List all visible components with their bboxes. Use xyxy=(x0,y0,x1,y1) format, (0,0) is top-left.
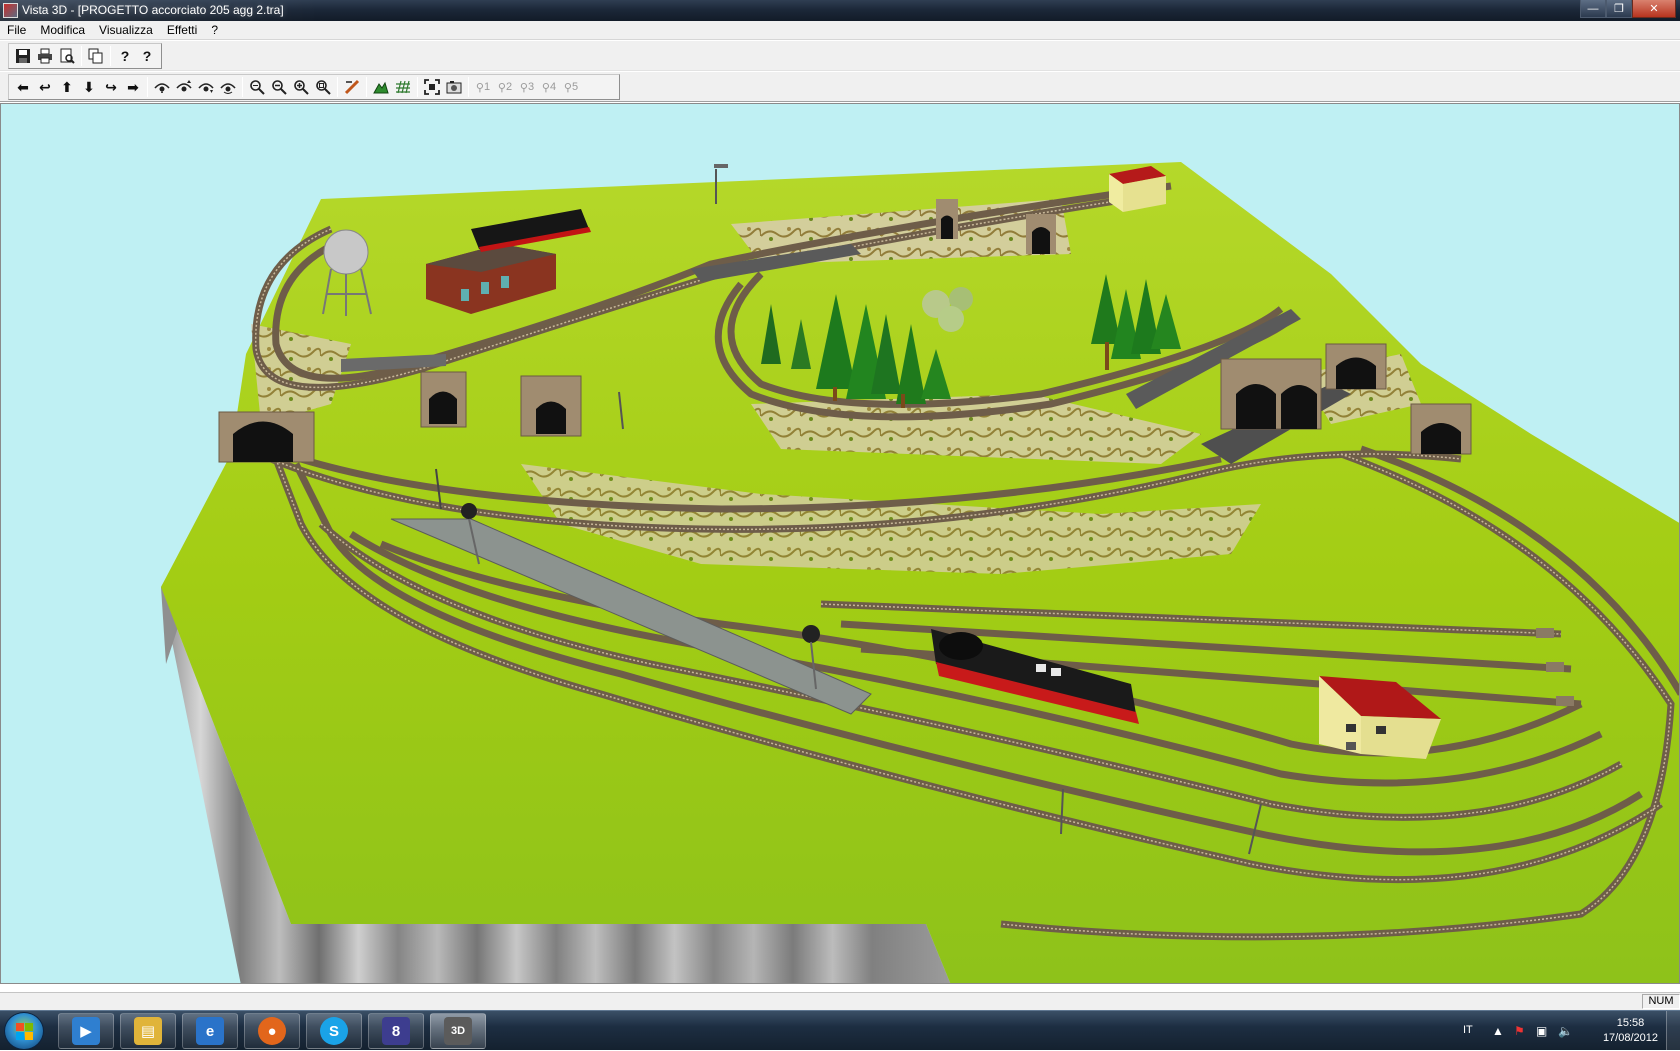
track-planner-icon: 8 xyxy=(382,1017,410,1045)
toolbar-separator xyxy=(147,77,148,97)
camera-up-icon[interactable] xyxy=(151,76,173,98)
menu-effetti[interactable]: Effetti xyxy=(160,21,204,40)
camera-forward-icon[interactable] xyxy=(173,76,195,98)
position-1-label: 1 xyxy=(483,81,491,93)
close-button[interactable]: ✕ xyxy=(1632,0,1676,18)
skype-icon: S xyxy=(320,1017,348,1045)
window-title: Vista 3D - [PROGETTO accorciato 205 agg … xyxy=(22,3,284,17)
3d-viewport[interactable] xyxy=(0,103,1680,984)
print-icon[interactable] xyxy=(34,45,56,67)
zoom-window-icon[interactable] xyxy=(312,76,334,98)
position-1-icon[interactable]: ⚲ 1 xyxy=(472,76,494,98)
turn-right-icon[interactable]: ↪ xyxy=(100,76,122,98)
toolbar-separator xyxy=(468,77,469,97)
terrain-icon[interactable] xyxy=(370,76,392,98)
toolbar-separator xyxy=(81,46,82,66)
menu-file[interactable]: File xyxy=(0,21,33,40)
taskbar-file-explorer[interactable]: ▤ xyxy=(120,1013,176,1049)
position-2-label: 2 xyxy=(505,81,513,93)
vista-3d-icon: 3D xyxy=(444,1017,472,1045)
action-center-icon[interactable]: ⚑ xyxy=(1514,1024,1525,1038)
media-center-icon: ▶ xyxy=(72,1017,100,1045)
file-explorer-icon: ▤ xyxy=(134,1017,162,1045)
taskbar-firefox[interactable]: ● xyxy=(244,1013,300,1049)
move-right-icon[interactable]: ➡ xyxy=(122,76,144,98)
app-icon[interactable] xyxy=(3,3,18,18)
view-toolbar-group: ⬅ ↩ ⬆ ⬇ ↪ ➡ ⚲ 1 ⚲ 2 ⚲ 3 ⚲ 4 ⚲ 5 xyxy=(8,74,620,100)
minimize-button[interactable]: — xyxy=(1580,0,1606,18)
position-5-label: 5 xyxy=(571,81,579,93)
network-icon[interactable]: ▣ xyxy=(1536,1024,1547,1038)
turn-left-icon[interactable]: ↩ xyxy=(34,76,56,98)
menu-bar: File Modifica Visualizza Effetti ? xyxy=(0,21,1680,40)
firefox-icon: ● xyxy=(258,1017,286,1045)
maximize-button[interactable]: ❐ xyxy=(1606,0,1632,18)
clock[interactable]: 15:58 17/08/2012 xyxy=(1603,1016,1658,1046)
file-toolbar-group: ? ? xyxy=(8,43,162,69)
position-4-icon[interactable]: ⚲ 4 xyxy=(538,76,560,98)
position-2-icon[interactable]: ⚲ 2 xyxy=(494,76,516,98)
status-bar: NUM xyxy=(0,992,1680,1010)
toolbar-separator xyxy=(417,77,418,97)
show-desktop-button[interactable] xyxy=(1666,1011,1680,1051)
zoom-out-icon[interactable] xyxy=(268,76,290,98)
copy-icon[interactable] xyxy=(85,45,107,67)
num-lock-indicator: NUM xyxy=(1642,994,1680,1009)
menu-visualizza[interactable]: Visualizza xyxy=(92,21,160,40)
taskbar-media-center[interactable]: ▶ xyxy=(58,1013,114,1049)
print-preview-icon[interactable] xyxy=(56,45,78,67)
windows-logo-icon xyxy=(16,1023,34,1041)
toolbar-separator xyxy=(242,77,243,97)
zoom-fit-icon[interactable] xyxy=(246,76,268,98)
camera-rotate-icon[interactable] xyxy=(217,76,239,98)
menu-modifica[interactable]: Modifica xyxy=(33,21,92,40)
internet-explorer-icon: e xyxy=(196,1017,224,1045)
window-controls: — ❐ ✕ xyxy=(1580,0,1676,18)
track-planner-badge: 8 xyxy=(391,1022,401,1040)
view-toolbar: ⬅ ↩ ⬆ ⬇ ↪ ➡ ⚲ 1 ⚲ 2 ⚲ 3 ⚲ 4 ⚲ 5 xyxy=(0,72,1680,102)
move-down-icon[interactable]: ⬇ xyxy=(78,76,100,98)
context-help-icon[interactable]: ? xyxy=(136,45,158,67)
taskbar-vista-3d[interactable]: 3D xyxy=(430,1013,486,1049)
position-4-label: 4 xyxy=(549,81,557,93)
standard-toolbar: ? ? xyxy=(0,41,1680,71)
vista-3d-badge: 3D xyxy=(450,1025,466,1037)
clock-time: 15:58 xyxy=(1616,1017,1645,1029)
zoom-in-icon[interactable] xyxy=(290,76,312,98)
save-icon[interactable] xyxy=(12,45,34,67)
toolbar-separator xyxy=(110,46,111,66)
start-button[interactable] xyxy=(4,1012,44,1050)
position-3-label: 3 xyxy=(527,81,535,93)
title-bar: Vista 3D - [PROGETTO accorciato 205 agg … xyxy=(0,0,1680,21)
layout-3d-scene xyxy=(161,162,1679,983)
toolbar-separator xyxy=(337,77,338,97)
taskbar-skype[interactable]: S xyxy=(306,1013,362,1049)
menu-help[interactable]: ? xyxy=(204,21,225,40)
house-top xyxy=(1109,166,1166,212)
grid-icon[interactable] xyxy=(392,76,414,98)
position-5-icon[interactable]: ⚲ 5 xyxy=(560,76,582,98)
toolbar-separator xyxy=(366,77,367,97)
show-hidden-icons-icon[interactable]: ▲ xyxy=(1492,1024,1504,1038)
taskbar-internet-explorer[interactable]: e xyxy=(182,1013,238,1049)
move-up-icon[interactable]: ⬆ xyxy=(56,76,78,98)
move-left-icon[interactable]: ⬅ xyxy=(12,76,34,98)
clock-date: 17/08/2012 xyxy=(1602,1032,1658,1044)
volume-icon[interactable]: 🔈 xyxy=(1558,1024,1573,1038)
taskbar-track-planner[interactable]: 8 xyxy=(368,1013,424,1049)
camera-down-icon[interactable] xyxy=(195,76,217,98)
fullscreen-icon[interactable] xyxy=(421,76,443,98)
windows-taskbar: ▶ ▤ e ● S 8 3D IT ▲ ⚑ ▣ 🔈 15:58 17/08/20… xyxy=(0,1010,1680,1051)
camera-snapshot-icon[interactable] xyxy=(443,76,465,98)
track-tool-icon[interactable] xyxy=(341,76,363,98)
position-3-icon[interactable]: ⚲ 3 xyxy=(516,76,538,98)
language-indicator[interactable]: IT xyxy=(1463,1024,1473,1036)
help-icon[interactable]: ? xyxy=(114,45,136,67)
